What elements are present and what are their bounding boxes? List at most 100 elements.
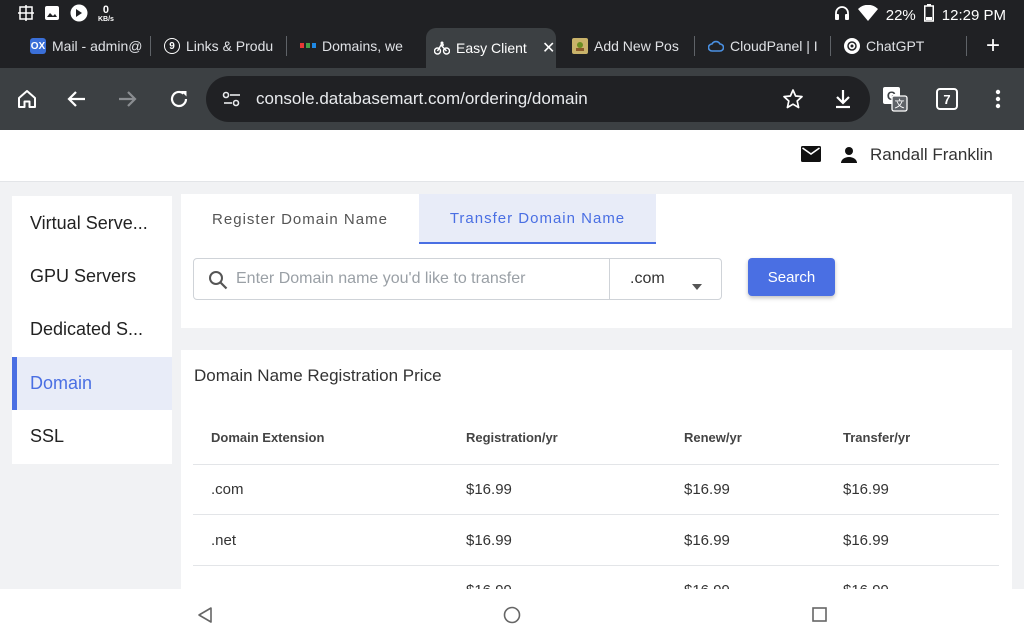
cell-transfer: $16.99 [843,532,889,549]
cell-renew: $16.99 [684,481,730,498]
column-header-registration: Registration/yr [466,430,558,445]
cloud-favicon-icon [708,38,724,54]
reload-icon[interactable] [164,84,194,114]
sidebar-item-label: Domain [30,373,93,393]
openai-favicon-icon [844,38,860,54]
tab-count: 7 [936,88,958,110]
bicycle-favicon-icon [434,40,450,56]
bookmark-star-icon[interactable] [782,88,804,115]
cell-renew: $16.99 [684,532,730,549]
battery-percent: 22% [885,6,916,24]
user-name[interactable]: Randall Franklin [870,145,993,165]
table-divider [193,464,999,465]
tab-register-domain[interactable]: Register Domain Name [181,194,419,244]
domain-name-input[interactable] [236,259,606,299]
domain-input-box [193,258,610,300]
sidebar-item-label: SSL [30,426,65,446]
net-speed: 0 KB/s [98,4,114,24]
tab-label: ChatGPT [866,38,925,54]
cell-extension: .com [211,481,244,498]
cell-transfer: $16.99 [843,481,889,498]
tab-label: Transfer Domain Name [449,209,626,227]
tab-easy-client[interactable]: Easy Client ✕ [426,28,556,68]
nav-recents-icon[interactable] [812,607,827,627]
browser-toolbar: console.databasemart.com/ordering/domain… [0,68,1024,130]
tab-label: Mail - admin@ [52,38,143,54]
tab-add-new-post[interactable]: Add New Pos [564,28,690,64]
tab-label: Register Domain Name [212,210,388,228]
search-button[interactable]: Search [748,258,835,296]
tab-domains[interactable]: Domains, we [292,28,418,64]
back-icon[interactable] [62,84,92,114]
tab-mail[interactable]: OX Mail - admin@ [22,28,148,64]
sidebar-item-gpu-servers[interactable]: GPU Servers [12,250,172,303]
headphones-icon [834,5,850,25]
cell-registration: $16.99 [466,532,512,549]
tab-strip: OX Mail - admin@ 9 Links & Produ Domains… [0,28,1024,68]
more-menu-icon[interactable] [983,84,1013,114]
sidebar: Virtual Serve... GPU Servers Dedicated S… [12,196,172,464]
download-icon[interactable] [833,88,853,115]
nav-home-icon[interactable] [503,606,521,629]
clock: 12:29 PM [941,6,1006,24]
tab-chatgpt[interactable]: ChatGPT [836,28,958,64]
status-bar: 0 KB/s 22% 12:29 PM [0,0,1024,28]
tab-label: CloudPanel | I [730,38,818,54]
column-header-renew: Renew/yr [684,430,742,445]
tab-switcher-button[interactable]: 7 [932,84,962,114]
tab-label: Add New Pos [594,38,679,54]
address-bar[interactable]: console.databasemart.com/ordering/domain [206,76,870,122]
tab-label: Links & Produ [186,38,274,54]
tld-selected-value: .com [630,270,665,287]
sidebar-item-label: Virtual Serve... [30,213,148,233]
ox-favicon-icon: OX [30,38,46,54]
translate-icon[interactable]: G文 [880,84,910,114]
nav-back-icon[interactable] [197,606,213,629]
home-icon[interactable] [12,84,42,114]
tab-cloudpanel[interactable]: CloudPanel | I [700,28,822,64]
net-speed-value: 0 [102,4,110,16]
tab-label: Easy Client [456,40,527,56]
cell-extension: .net [211,532,237,549]
new-tab-button[interactable]: + [986,34,1000,58]
sidebar-item-dedicated-servers[interactable]: Dedicated S... [12,303,172,356]
close-tab-icon[interactable]: ✕ [542,38,555,58]
screen-cast-icon [18,5,34,25]
tab-links-products[interactable]: 9 Links & Produ [156,28,284,64]
wifi-icon [857,4,878,25]
sidebar-item-ssl[interactable]: SSL [12,410,172,463]
page-header: Randall Franklin [0,130,1024,182]
colored-dots-favicon-icon [300,38,316,54]
sidebar-item-domain[interactable]: Domain [12,357,172,410]
user-icon[interactable] [840,146,858,169]
net-speed-unit: KB/s [98,16,114,23]
site-settings-icon[interactable] [222,90,242,113]
battery-icon [923,4,934,26]
tab-transfer-domain[interactable]: Transfer Domain Name [419,194,656,244]
sidebar-item-label: GPU Servers [30,266,137,286]
tab-label: Domains, we [322,38,403,54]
table-divider [193,565,999,566]
sidebar-item-virtual-servers[interactable]: Virtual Serve... [12,197,172,250]
sidebar-item-label: Dedicated S... [30,319,144,339]
caret-down-icon [692,277,702,295]
column-header-transfer: Transfer/yr [843,430,911,445]
cell-registration: $16.99 [466,481,512,498]
url-text: console.databasemart.com/ordering/domain [256,89,588,108]
image-favicon-icon [572,38,588,54]
svg-text:文: 文 [895,98,905,111]
table-divider [193,514,999,515]
tld-select[interactable]: .com [609,258,722,300]
app-notification-icon [70,4,88,26]
price-table-title: Domain Name Registration Price [194,366,442,385]
domain-search-panel: Register Domain Name Transfer Domain Nam… [181,194,1012,328]
column-header-extension: Domain Extension [211,430,325,445]
search-icon [208,270,228,295]
price-panel: Domain Name Registration Price Domain Ex… [181,350,1012,610]
search-button-label: Search [767,268,816,286]
number-favicon-icon: 9 [164,38,180,54]
mail-icon[interactable] [801,146,821,167]
system-navigation-bar [0,589,1024,640]
forward-icon[interactable] [112,84,142,114]
gallery-icon [44,5,60,25]
